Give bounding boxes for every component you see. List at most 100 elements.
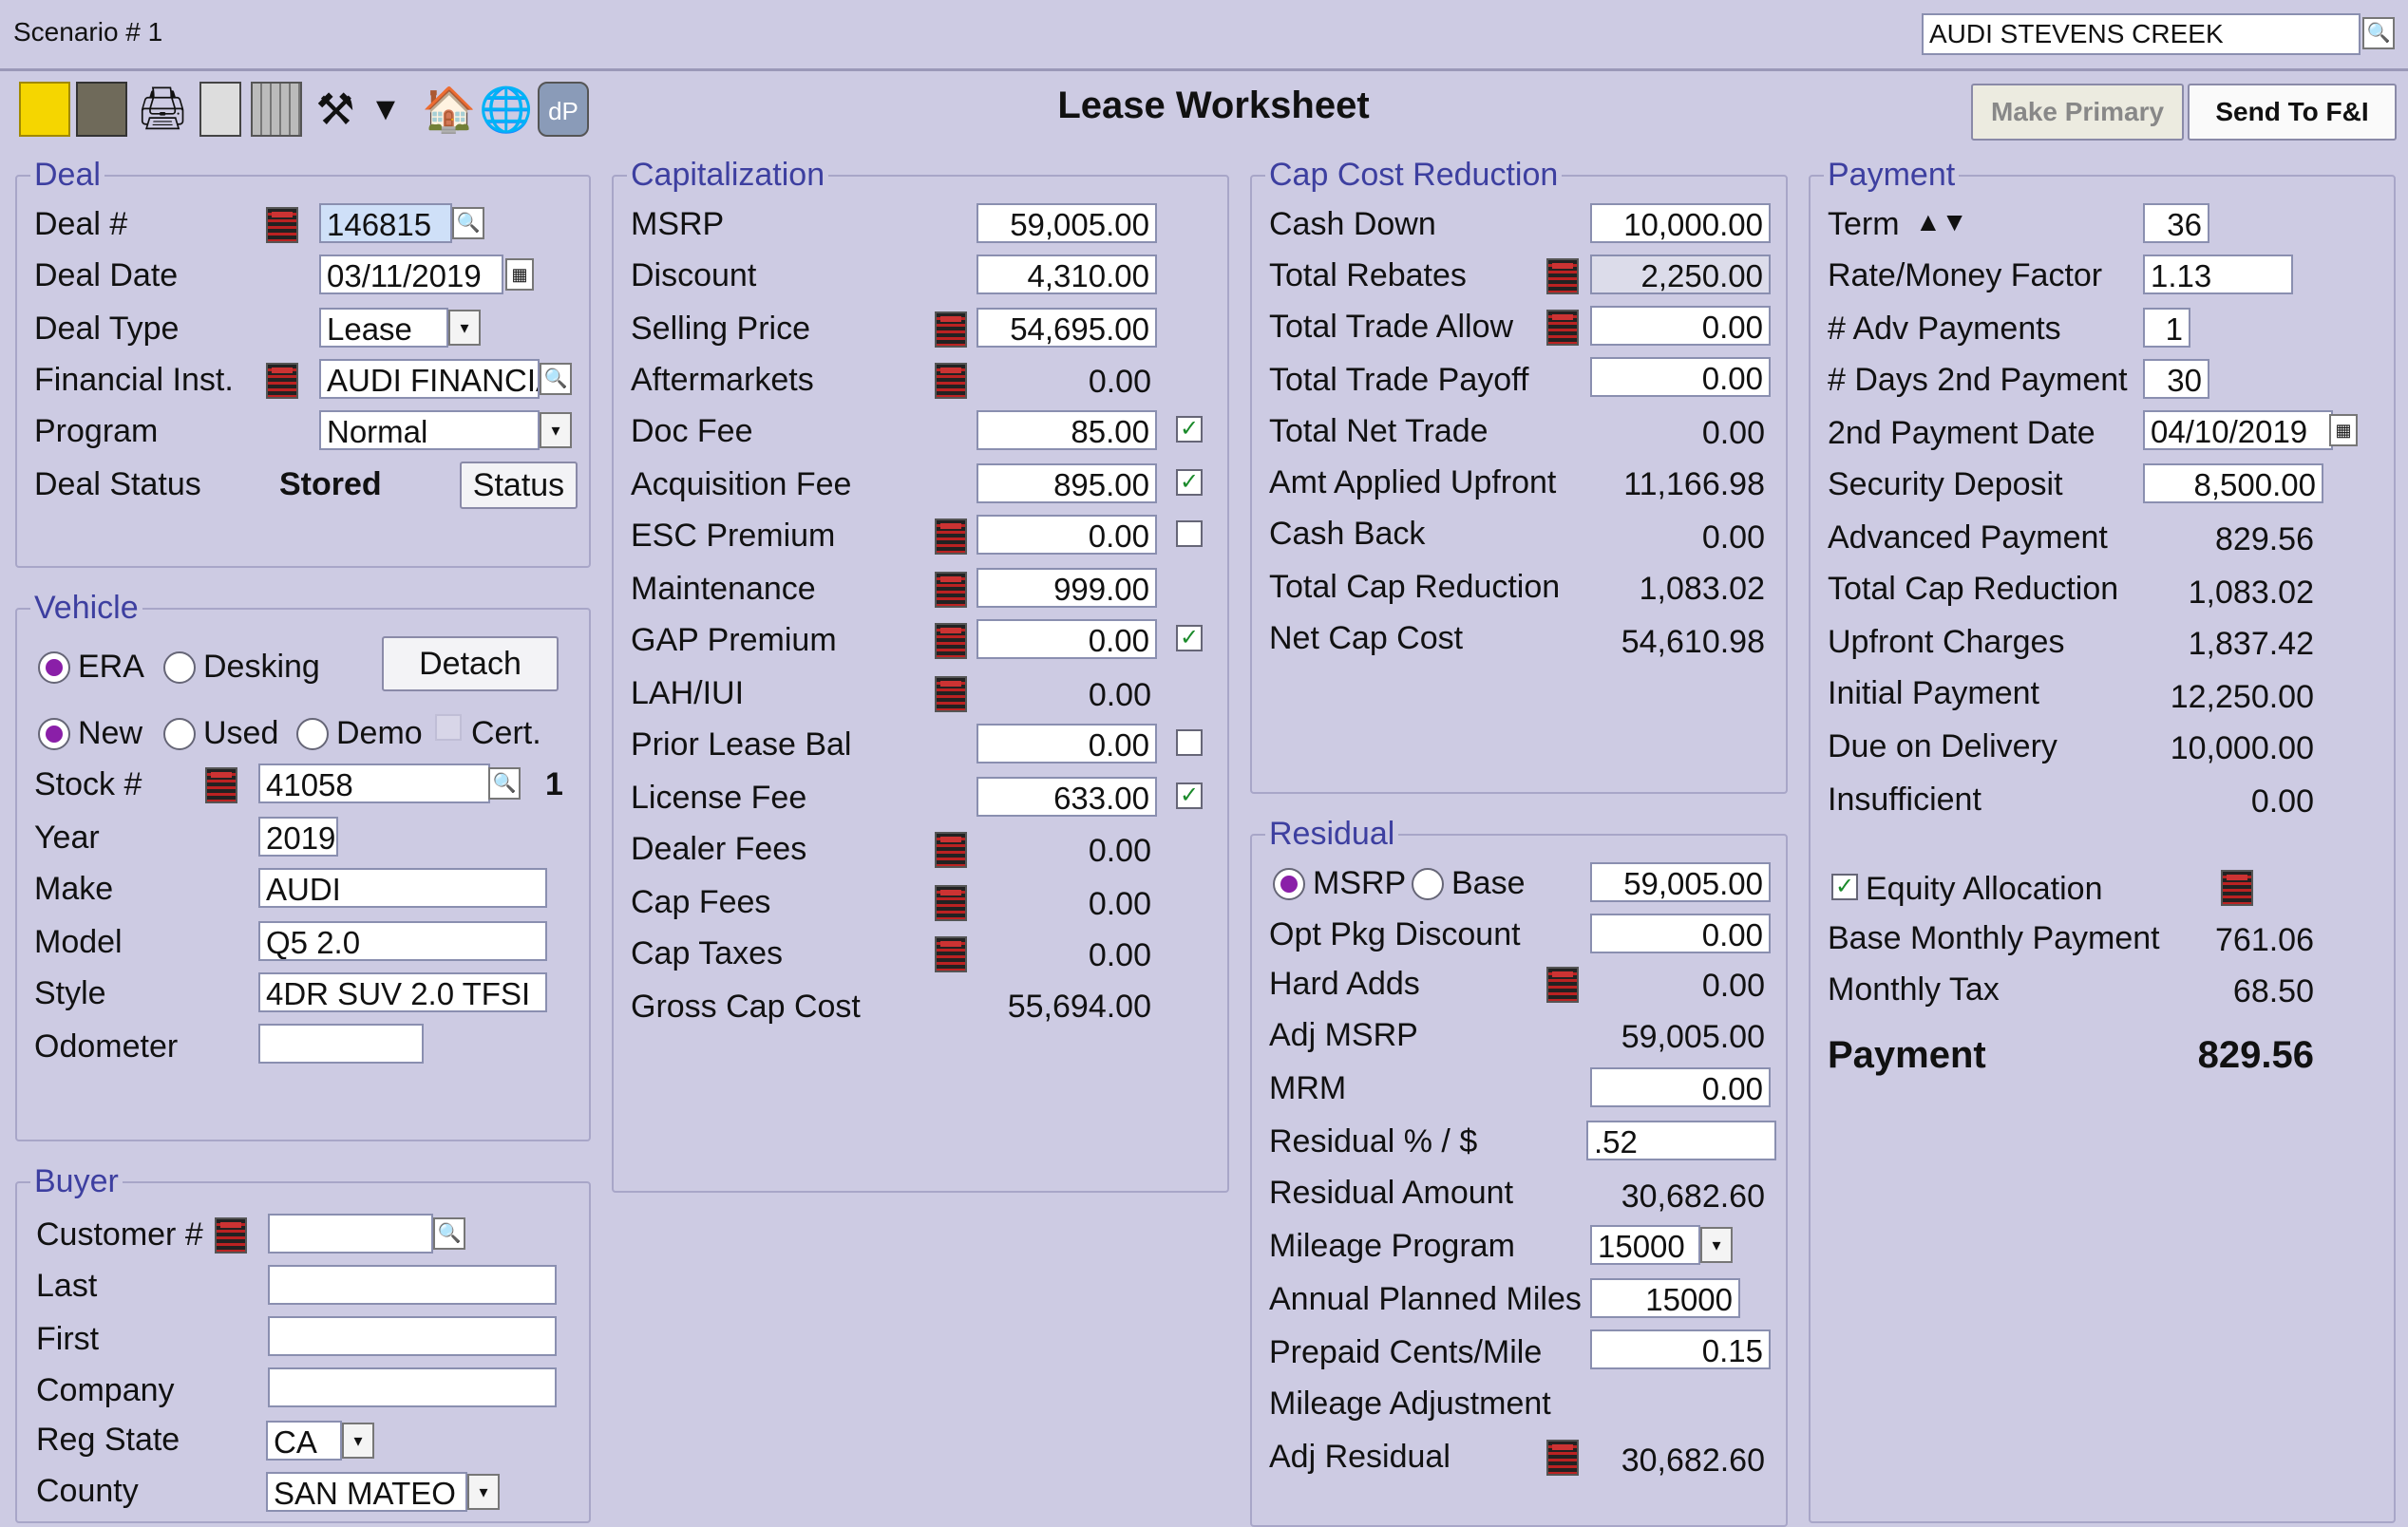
- status-button[interactable]: Status: [460, 462, 578, 509]
- acquisition-fee-checkbox[interactable]: ✓: [1176, 469, 1203, 496]
- esc-premium-checkbox[interactable]: [1176, 520, 1203, 547]
- acquisition-fee-input[interactable]: 895.00: [976, 463, 1157, 503]
- county-dropdown-icon[interactable]: ▾: [467, 1474, 500, 1510]
- model-input[interactable]: Q5 2.0: [258, 921, 547, 961]
- selling-price-calc-icon[interactable]: [935, 311, 967, 348]
- equity-allocation-checkbox[interactable]: ✓: [1831, 874, 1858, 900]
- hard-adds-calc-icon[interactable]: [1546, 967, 1579, 1003]
- make-input[interactable]: AUDI: [258, 868, 547, 908]
- residual-basis-input[interactable]: 59,005.00: [1590, 862, 1771, 902]
- globe-icon[interactable]: 🌐: [479, 82, 533, 137]
- cash-down-input[interactable]: 10,000.00: [1590, 203, 1771, 243]
- rate-input[interactable]: 1.13: [2143, 254, 2293, 294]
- days-2nd-input[interactable]: 30: [2143, 359, 2209, 399]
- fin-inst-calc-icon[interactable]: [266, 363, 298, 399]
- total-rebates-calc-icon[interactable]: [1546, 258, 1579, 294]
- lah-iui-calc-icon[interactable]: [935, 676, 967, 712]
- gap-premium-checkbox[interactable]: ✓: [1176, 625, 1203, 651]
- odometer-input[interactable]: [258, 1024, 424, 1064]
- home-icon[interactable]: 🏠: [422, 82, 476, 137]
- customer-input[interactable]: [268, 1214, 433, 1254]
- security-deposit-input[interactable]: 8,500.00: [2143, 463, 2323, 503]
- gap-premium-calc-icon[interactable]: [935, 623, 967, 659]
- mrm-input[interactable]: 0.00: [1590, 1067, 1771, 1107]
- aftermarkets-calc-icon[interactable]: [935, 363, 967, 399]
- clipboard-icon[interactable]: [199, 82, 241, 137]
- residual-pct-input[interactable]: .52: [1586, 1121, 1776, 1160]
- cap-fees-calc-icon[interactable]: [935, 885, 967, 921]
- license-fee-input[interactable]: 633.00: [976, 777, 1157, 817]
- deal-type-select[interactable]: Lease: [319, 308, 448, 348]
- cap-taxes-calc-icon[interactable]: [935, 936, 967, 972]
- dp-icon[interactable]: dP: [538, 82, 589, 137]
- selling-price-input[interactable]: 54,695.00: [976, 308, 1157, 348]
- deal-date-input[interactable]: 03/11/2019: [319, 254, 503, 294]
- term-input[interactable]: 36: [2143, 203, 2209, 243]
- hammer-icon[interactable]: ⚒: [310, 82, 361, 137]
- company-input[interactable]: [268, 1367, 557, 1407]
- fin-inst-lookup-icon[interactable]: 🔍: [540, 363, 572, 395]
- annual-miles-input[interactable]: 15000: [1590, 1278, 1740, 1318]
- era-radio[interactable]: [38, 651, 70, 684]
- document-icon[interactable]: [76, 82, 127, 137]
- program-select[interactable]: Normal: [319, 410, 540, 450]
- esc-premium-input[interactable]: 0.00: [976, 515, 1157, 555]
- notes-icon[interactable]: [19, 82, 70, 137]
- trade-allow-calc-icon[interactable]: [1546, 310, 1579, 346]
- trade-allow-input[interactable]: 0.00: [1590, 306, 1771, 346]
- deal-calc-icon[interactable]: [266, 207, 298, 243]
- total-rebates-input[interactable]: 2,250.00: [1590, 254, 1771, 294]
- new-radio[interactable]: [38, 718, 70, 750]
- cert-checkbox[interactable]: [435, 714, 462, 741]
- make-primary-button[interactable]: Make Primary: [1971, 84, 2184, 141]
- deal-lookup-icon[interactable]: 🔍: [452, 207, 484, 239]
- equity-allocation-calc-icon[interactable]: [2221, 870, 2253, 906]
- deal-type-dropdown-icon[interactable]: ▾: [448, 310, 481, 346]
- customer-calc-icon[interactable]: [215, 1217, 247, 1254]
- prepaid-cents-input[interactable]: 0.15: [1590, 1329, 1771, 1369]
- adj-residual-calc-icon[interactable]: [1546, 1440, 1579, 1476]
- discount-input[interactable]: 4,310.00: [976, 254, 1157, 294]
- calculator-icon[interactable]: [251, 82, 302, 137]
- license-fee-checkbox[interactable]: ✓: [1176, 782, 1203, 809]
- stock-calc-icon[interactable]: [205, 767, 237, 803]
- used-radio[interactable]: [163, 718, 196, 750]
- stock-input[interactable]: 41058: [258, 764, 490, 803]
- esc-premium-calc-icon[interactable]: [935, 518, 967, 555]
- dealer-lookup-icon[interactable]: 🔍: [2362, 17, 2395, 49]
- gap-premium-input[interactable]: 0.00: [976, 619, 1157, 659]
- prior-lease-checkbox[interactable]: [1176, 729, 1203, 756]
- style-input[interactable]: 4DR SUV 2.0 TFSI: [258, 972, 547, 1012]
- maintenance-calc-icon[interactable]: [935, 572, 967, 608]
- demo-radio[interactable]: [296, 718, 329, 750]
- adv-payments-input[interactable]: 1: [2143, 308, 2190, 348]
- residual-msrp-radio[interactable]: [1273, 868, 1305, 900]
- residual-base-radio[interactable]: [1412, 868, 1444, 900]
- county-select[interactable]: SAN MATEO: [266, 1472, 467, 1512]
- dealer-fees-calc-icon[interactable]: [935, 832, 967, 868]
- maintenance-input[interactable]: 999.00: [976, 568, 1157, 608]
- customer-lookup-icon[interactable]: 🔍: [433, 1217, 465, 1250]
- opt-pkg-input[interactable]: 0.00: [1590, 914, 1771, 953]
- program-dropdown-icon[interactable]: ▾: [540, 412, 572, 448]
- deal-no-input[interactable]: 146815: [319, 203, 452, 243]
- detach-button[interactable]: Detach: [382, 636, 559, 691]
- term-updown-icon[interactable]: ▲▼: [1915, 203, 1967, 241]
- deal-date-calendar-icon[interactable]: ▦: [505, 258, 534, 291]
- date-2nd-input[interactable]: 04/10/2019: [2143, 410, 2333, 450]
- dealer-field[interactable]: AUDI STEVENS CREEK: [1922, 13, 2361, 55]
- mileage-program-select[interactable]: 15000: [1590, 1225, 1700, 1265]
- desking-radio[interactable]: [163, 651, 196, 684]
- print-icon[interactable]: 🖨: [135, 82, 190, 137]
- reg-state-dropdown-icon[interactable]: ▾: [342, 1423, 374, 1459]
- msrp-input[interactable]: 59,005.00: [976, 203, 1157, 243]
- send-fi-button[interactable]: Send To F&I: [2188, 84, 2397, 141]
- doc-fee-input[interactable]: 85.00: [976, 410, 1157, 450]
- first-input[interactable]: [268, 1316, 557, 1356]
- stock-lookup-icon[interactable]: 🔍: [488, 767, 521, 800]
- trade-payoff-input[interactable]: 0.00: [1590, 357, 1771, 397]
- dropdown-arrow-icon[interactable]: ▼: [367, 82, 405, 137]
- fin-inst-input[interactable]: AUDI FINANCIA: [319, 359, 540, 399]
- reg-state-select[interactable]: CA: [266, 1421, 342, 1461]
- prior-lease-input[interactable]: 0.00: [976, 724, 1157, 764]
